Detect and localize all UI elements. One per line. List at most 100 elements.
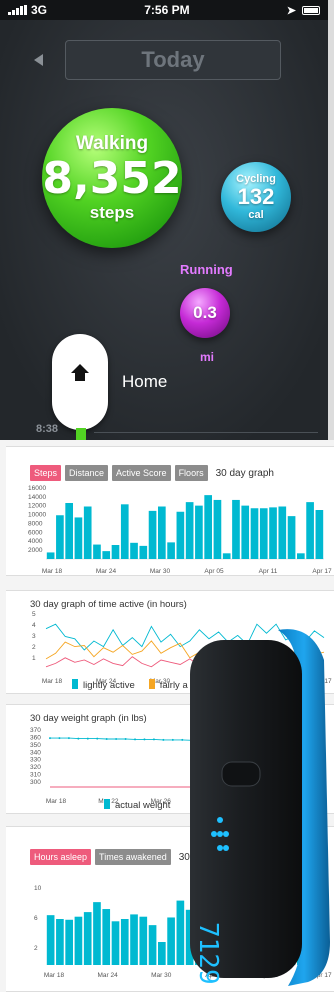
bar <box>297 553 305 559</box>
legend-label: lightly active <box>83 680 135 691</box>
legend-swatch <box>148 679 155 689</box>
day-header[interactable]: Today <box>65 40 281 80</box>
y-tick-label: 330 <box>30 757 41 764</box>
bar <box>130 542 138 559</box>
steps-card: Steps Distance Active Score Floors 30 da… <box>6 446 334 576</box>
data-point <box>86 737 89 740</box>
data-point <box>105 738 108 740</box>
bar <box>222 553 231 559</box>
location-arrow-icon: ➤ <box>286 4 296 17</box>
walking-value: 8,352 <box>42 153 182 204</box>
x-tick-label: Apr 05 <box>204 568 224 575</box>
x-tick-label: Mar 24 <box>97 972 118 979</box>
x-tick-label: Mar 18 <box>46 798 67 803</box>
bar <box>148 925 157 965</box>
bar <box>74 517 83 559</box>
x-tick-label: Mar 24 <box>96 568 117 575</box>
bar <box>139 916 148 965</box>
x-tick-label: Mar 30 <box>151 972 172 979</box>
back-arrow-icon[interactable] <box>28 50 48 70</box>
y-tick-label: 300 <box>30 779 41 786</box>
bar <box>93 544 101 559</box>
location-label: Home <box>122 372 168 391</box>
bar <box>167 542 175 559</box>
legend-swatch <box>104 799 110 809</box>
tab-hours-asleep[interactable]: Hours asleep <box>30 849 92 865</box>
time-active-legend: lightly active fairly a <box>72 679 188 691</box>
bar <box>176 511 185 559</box>
data-point <box>124 738 127 740</box>
home-location-button[interactable] <box>52 334 108 430</box>
data-point <box>67 737 70 740</box>
y-tick-label: 4000 <box>28 538 43 545</box>
bar <box>56 919 64 965</box>
legend-item[interactable]: fairly a <box>148 679 188 691</box>
battery-icon <box>302 5 320 15</box>
bar <box>83 912 92 965</box>
bar <box>306 502 314 559</box>
bar <box>130 914 138 965</box>
bar <box>204 495 212 559</box>
y-tick-label: 14000 <box>28 494 46 501</box>
tab-active-score[interactable]: Active Score <box>112 465 171 481</box>
y-tick-label: 2 <box>32 644 36 651</box>
y-tick-label: 10000 <box>28 512 46 519</box>
data-point <box>162 738 165 741</box>
x-tick-label: Mar 18 <box>42 568 63 575</box>
data-point <box>96 737 99 740</box>
data-point <box>152 738 155 741</box>
y-tick-label: 310 <box>30 772 41 779</box>
tab-floors[interactable]: Floors <box>174 465 208 481</box>
y-tick-label: 3 <box>32 633 36 640</box>
walking-bubble[interactable]: Walking 8,352 steps <box>42 108 182 248</box>
x-tick-label: Apr 17 <box>312 568 332 575</box>
device-button <box>221 761 261 787</box>
y-tick-label: 320 <box>30 764 41 771</box>
bar <box>102 551 111 559</box>
data-point <box>171 738 174 741</box>
data-point <box>181 738 184 741</box>
data-point <box>115 738 118 740</box>
bar <box>56 515 64 559</box>
y-tick-label: 16000 <box>28 485 46 492</box>
bar <box>83 506 92 559</box>
steps-tab-bar: Steps Distance Active Score Floors 30 da… <box>30 465 274 481</box>
cycling-bubble[interactable]: Cycling 132 cal <box>221 162 291 232</box>
y-tick-label: 8000 <box>28 520 43 527</box>
bar <box>158 506 166 559</box>
bar <box>287 516 296 559</box>
bar <box>241 505 250 559</box>
bar <box>250 508 259 559</box>
y-tick-label: 1 <box>32 655 36 662</box>
timeline-track <box>94 432 318 433</box>
tab-distance[interactable]: Distance <box>65 465 109 481</box>
bar <box>120 919 129 965</box>
legend-item[interactable]: lightly active <box>72 679 135 691</box>
y-tick-label: 6000 <box>28 529 43 536</box>
bar <box>93 902 101 965</box>
bar <box>269 507 277 559</box>
day-title: Today <box>141 47 205 72</box>
bar <box>111 545 120 559</box>
bar <box>46 552 55 559</box>
bar <box>65 503 73 559</box>
walking-unit: steps <box>89 203 135 222</box>
legend-item[interactable]: actual weight <box>104 799 170 811</box>
y-tick-label: 12000 <box>28 503 46 510</box>
x-tick-label: Apr 11 <box>259 568 278 575</box>
tab-steps[interactable]: Steps <box>30 465 62 481</box>
status-bar: 3G 7:56 PM ➤ <box>0 0 328 20</box>
x-tick-label: Mar 30 <box>150 568 171 575</box>
tab-times-awakened[interactable]: Times awakened <box>95 849 171 865</box>
bar <box>167 917 175 965</box>
y-tick-label: 4 <box>32 622 36 629</box>
bar <box>315 510 324 559</box>
bar <box>139 545 148 559</box>
cycling-value: 132 <box>237 184 275 209</box>
y-tick-label: 6 <box>34 915 38 922</box>
graph-range-label: 30 day graph <box>215 467 274 479</box>
data-point <box>77 737 80 740</box>
cycling-unit: cal <box>248 209 264 221</box>
home-icon <box>71 364 89 382</box>
running-bubble[interactable]: 0.3 <box>180 288 230 338</box>
